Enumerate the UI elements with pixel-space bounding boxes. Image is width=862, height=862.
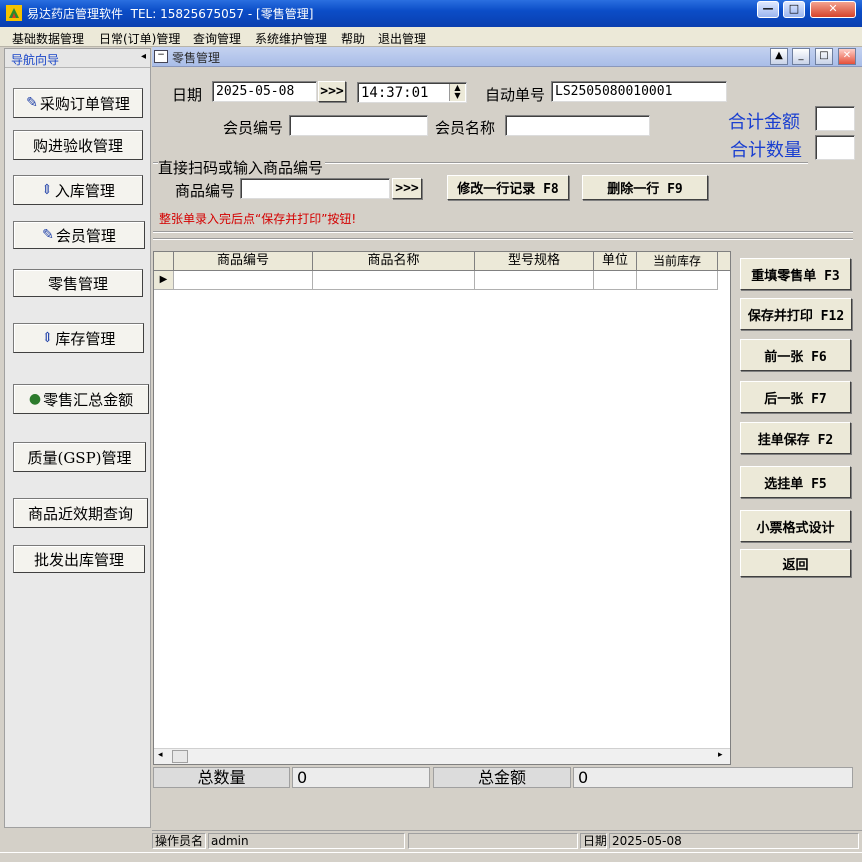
hold-save-button[interactable]: 挂单保存 F2 (740, 422, 851, 454)
member-number-label: 会员编号 (223, 119, 284, 137)
save-hint-text: 整张单录入完后点“保存并打印”按钮! (159, 212, 357, 226)
window-menu-icon[interactable]: − (154, 50, 168, 63)
operator-label: 操作员名 (152, 833, 206, 849)
money-bag-icon: ● (28, 391, 42, 407)
window-title: 易达药店管理软件 TEL: 15825675057 - [零售管理] (27, 7, 314, 21)
status-date-label: 日期 (580, 833, 607, 849)
grid-cell[interactable] (475, 271, 594, 290)
total-amount-caption: 总金额 (433, 767, 571, 788)
edit-row-button[interactable]: 修改一行记录 F8 (447, 175, 569, 200)
date-picker-button[interactable]: >>> (318, 81, 346, 102)
save-and-print-button[interactable]: 保存并打印 F12 (740, 298, 852, 330)
mdi-minimize-button[interactable]: _ (792, 48, 810, 65)
row-indicator-icon: ▶ (154, 271, 174, 290)
column-header-product-name[interactable]: 商品名称 (313, 252, 475, 271)
status-bar: 操作员名 admin 日期 2025-05-08 (152, 830, 862, 850)
column-header-spec[interactable]: 型号规格 (475, 252, 594, 271)
scan-section-label: 直接扫码或输入商品编号 (158, 157, 326, 178)
minimize-button[interactable]: — (757, 1, 779, 18)
product-number-label: 商品编号 (175, 182, 236, 200)
nav-header-label: 导航向导 (11, 53, 60, 67)
date-label: 日期 (172, 86, 203, 104)
stock-icon: ⇕ (41, 330, 54, 346)
nav-stock[interactable]: ⇕ 库存管理 (13, 323, 144, 353)
divider (153, 238, 853, 240)
operator-value: admin (208, 833, 405, 849)
menu-system-maintenance[interactable]: 系统维护管理 (255, 30, 327, 47)
scroll-left-icon[interactable]: ◂ (158, 750, 163, 760)
menu-basic-data[interactable]: 基础数据管理 (12, 30, 84, 47)
nav-retail[interactable]: 零售管理 (13, 269, 143, 297)
delete-row-button[interactable]: 删除一行 F9 (582, 175, 708, 200)
menu-help[interactable]: 帮助 (341, 30, 365, 47)
nav-collapse-button[interactable]: ◂ (141, 51, 146, 62)
nav-panel: 导航向导 ◂ ✎ 采购订单管理 购进验收管理 ⇕ 入库管理 ✎ 会员管理 零售管理 ⇕… (4, 48, 151, 828)
reset-retail-button[interactable]: 重填零售单 F3 (740, 258, 851, 290)
grid-cell[interactable] (313, 271, 475, 290)
nav-expiry-query[interactable]: 商品近效期查询 (13, 498, 148, 528)
auto-number-label: 自动单号 (485, 86, 546, 104)
menu-daily-orders[interactable]: 日常(订单)管理 (99, 30, 180, 47)
grid-header: 商品编号 商品名称 型号规格 单位 当前库存 (154, 252, 730, 271)
date-field[interactable]: 2025-05-08 (212, 81, 317, 102)
auto-number-field[interactable]: LS2505080010001 (551, 81, 727, 102)
select-held-button[interactable]: 选挂单 F5 (740, 466, 851, 498)
order-icon: ✎ (26, 95, 38, 111)
nav-gsp-quality[interactable]: 质量(GSP)管理 (13, 442, 146, 472)
mdi-close-button[interactable]: ✕ (838, 48, 856, 65)
nav-purchase-acceptance[interactable]: 购进验收管理 (13, 130, 143, 160)
divider (153, 231, 853, 233)
title-bar: 易达药店管理软件 TEL: 15825675057 - [零售管理] — □ ✕ (0, 0, 862, 27)
column-header-current-stock[interactable]: 当前库存 (637, 252, 718, 271)
next-button[interactable]: 后一张 F7 (740, 381, 851, 413)
inbound-icon: ⇕ (41, 182, 53, 198)
column-header-unit[interactable]: 单位 (594, 252, 637, 271)
total-quantity-caption: 总数量 (153, 767, 290, 788)
time-spinner[interactable]: ▲ ▼ (449, 84, 465, 101)
member-number-field[interactable] (289, 115, 428, 136)
total-quantity-value: 0 (292, 767, 430, 788)
previous-button[interactable]: 前一张 F6 (740, 339, 851, 371)
total-amount-field (815, 106, 855, 131)
nav-retail-summary[interactable]: ● 零售汇总金额 (13, 384, 149, 414)
scroll-right-icon[interactable]: ▸ (718, 750, 723, 760)
maximize-button[interactable]: □ (783, 1, 805, 18)
app-logo-icon (6, 5, 22, 21)
member-icon: ✎ (42, 227, 54, 243)
task-strip (0, 852, 862, 862)
scrollbar-thumb[interactable] (172, 750, 188, 763)
member-name-label: 会员名称 (435, 119, 496, 137)
total-amount-value: 0 (573, 767, 853, 788)
horizontal-scrollbar[interactable]: ◂ ▸ (154, 748, 730, 764)
grid-cell[interactable] (174, 271, 313, 290)
product-lookup-button[interactable]: >>> (392, 178, 422, 199)
menu-exit[interactable]: 退出管理 (378, 30, 426, 47)
mdi-window-header: − 零售管理 ▲ _ □ ✕ (152, 47, 862, 67)
menu-query[interactable]: 查询管理 (193, 30, 241, 47)
column-header-product-number[interactable]: 商品编号 (174, 252, 313, 271)
nav-header: 导航向导 ◂ (5, 49, 150, 68)
receipt-design-button[interactable]: 小票格式设计 (740, 510, 851, 542)
status-date-value: 2025-05-08 (609, 833, 859, 849)
menu-bar: 基础数据管理 日常(订单)管理 查询管理 系统维护管理 帮助 退出管理 (0, 27, 862, 47)
member-name-field[interactable] (505, 115, 650, 136)
product-grid[interactable]: 商品编号 商品名称 型号规格 单位 当前库存 ▶ ◂ ▸ (153, 251, 731, 765)
grid-cell[interactable] (637, 271, 718, 290)
close-button[interactable]: ✕ (810, 1, 856, 18)
nav-inbound[interactable]: ⇕ 入库管理 (13, 175, 143, 205)
total-quantity-field (815, 135, 855, 160)
nav-wholesale-outbound[interactable]: 批发出库管理 (13, 545, 145, 573)
nav-member[interactable]: ✎ 会员管理 (13, 221, 145, 249)
grid-corner (154, 252, 174, 271)
mdi-restore-button[interactable]: □ (815, 48, 833, 65)
nav-purchase-order[interactable]: ✎ 采购订单管理 (13, 88, 143, 118)
total-amount-label: 合计金额 (728, 112, 800, 133)
product-number-input[interactable] (240, 178, 390, 199)
mdi-scroll-up-icon[interactable]: ▲ (770, 48, 788, 65)
return-button[interactable]: 返回 (740, 549, 851, 577)
status-spacer (408, 833, 578, 849)
total-quantity-label: 合计数量 (730, 140, 802, 161)
grid-cell[interactable] (594, 271, 637, 290)
mdi-window-title: 零售管理 (172, 51, 221, 65)
